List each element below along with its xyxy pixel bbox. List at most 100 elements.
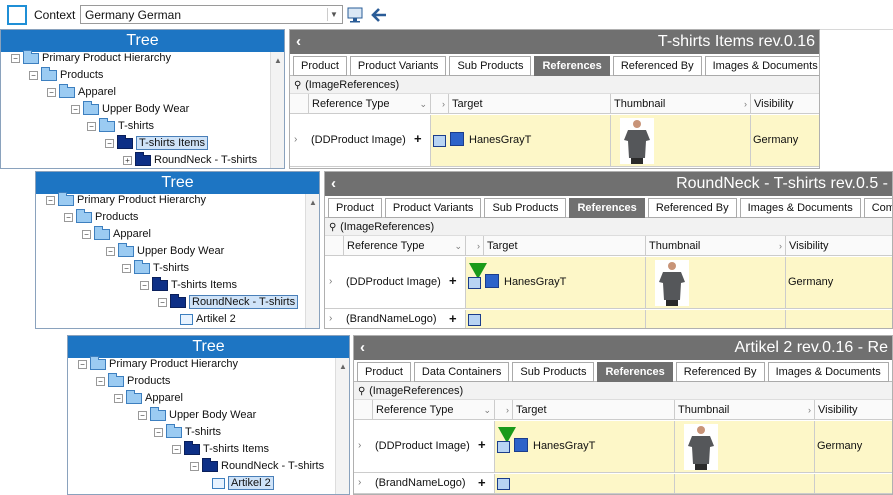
row-arrow-icon[interactable]: › [294, 134, 297, 145]
group-header[interactable]: ⚲ (ImageReferences) [354, 382, 892, 400]
tab-references[interactable]: References [534, 56, 610, 76]
column-expander[interactable]: › [494, 400, 512, 420]
tree-node[interactable]: − Upper Body Wear [138, 406, 256, 424]
tab-images-documents[interactable]: Images & Documents [767, 362, 889, 382]
add-icon[interactable]: + [478, 437, 486, 452]
group-header[interactable]: ⚲ (ImageReferences) [290, 76, 819, 94]
expand-icon[interactable]: + [123, 155, 132, 165]
tree-node-selected[interactable]: − RoundNeck - T-shirts [158, 293, 299, 311]
tab-referenced-by[interactable]: Referenced By [612, 56, 702, 76]
cell-target[interactable]: HanesGrayT [494, 421, 674, 472]
tree-node[interactable]: − T-shirts [154, 423, 221, 441]
column-reference-type[interactable]: Reference Type ⌄ [308, 94, 430, 114]
back-arrow-icon[interactable] [369, 5, 389, 25]
expand-icon[interactable]: − [64, 212, 73, 222]
tree-scrollbar[interactable]: ▲ [305, 194, 319, 328]
tree-node[interactable]: − Apparel [47, 83, 116, 101]
context-select[interactable]: Germany German ▼ [80, 5, 343, 24]
expand-icon[interactable]: − [106, 246, 115, 256]
pin-icon[interactable]: ⚲ [294, 77, 302, 95]
tree-node[interactable]: − Upper Body Wear [71, 100, 189, 118]
tab-sub-products[interactable]: Sub Products [449, 56, 532, 76]
scroll-up-icon[interactable]: ▲ [274, 56, 282, 65]
expand-icon[interactable]: − [96, 376, 105, 386]
expand-icon[interactable]: − [140, 280, 149, 290]
target-label[interactable]: HanesGrayT [469, 134, 531, 146]
tree-node[interactable]: + RoundNeck - T-shirts [123, 151, 257, 168]
column-thumbnail[interactable]: Thumbnail › [610, 94, 750, 114]
column-visibility[interactable]: Visibility [750, 94, 819, 114]
add-icon[interactable]: + [449, 311, 457, 326]
column-target[interactable]: Target [512, 400, 674, 420]
expand-icon[interactable]: − [172, 444, 181, 454]
back-chevron-icon[interactable]: ‹ [296, 33, 301, 50]
tree-node[interactable]: − Apparel [82, 225, 151, 243]
target-label[interactable]: HanesGrayT [504, 276, 566, 288]
cell-target[interactable] [494, 474, 674, 493]
add-icon[interactable]: + [449, 273, 457, 288]
tab-references[interactable]: References [597, 362, 673, 382]
expand-icon[interactable]: − [154, 427, 163, 437]
tree-node[interactable]: − T-shirts [87, 117, 154, 135]
column-expander[interactable]: › [430, 94, 448, 114]
column-reference-type[interactable]: Reference Type ⌄ [372, 400, 494, 420]
expand-icon[interactable]: − [78, 359, 87, 369]
tree-scrollbar[interactable]: ▲ [335, 358, 349, 494]
tab-product[interactable]: Product [328, 198, 382, 218]
scroll-up-icon[interactable]: ▲ [309, 198, 317, 207]
tab-sub-products[interactable]: Sub Products [484, 198, 567, 218]
tree-node[interactable]: − T-shirts Items [140, 276, 237, 294]
tab-referenced-by[interactable]: Referenced By [647, 198, 737, 218]
chevron-down-icon[interactable]: ▼ [327, 8, 340, 21]
pin-icon[interactable]: ⚲ [329, 219, 337, 237]
target-label[interactable]: HanesGrayT [533, 440, 595, 452]
tree-node-selected[interactable]: − T-shirts Items [105, 134, 209, 152]
tree-node[interactable]: − Products [96, 372, 170, 390]
tree-scrollbar[interactable]: ▲ [270, 52, 284, 168]
expand-icon[interactable]: − [11, 53, 20, 63]
tree-node[interactable]: − Primary Product Hierarchy [78, 355, 238, 373]
table-row[interactable]: › (DDProduct Image) + HanesGrayT Germany [290, 115, 819, 167]
tree-node[interactable]: − Apparel [114, 389, 183, 407]
tab-product[interactable]: Product [357, 362, 411, 382]
expand-icon[interactable]: − [46, 195, 55, 205]
tab-referenced-by[interactable]: Referenced By [675, 362, 765, 382]
group-header[interactable]: ⚲ (ImageReferences) [325, 218, 892, 236]
tab-com[interactable]: Com [863, 198, 892, 218]
tree-node[interactable]: − T-shirts [122, 259, 189, 277]
tab-product-variants[interactable]: Product Variants [349, 56, 447, 76]
expand-icon[interactable]: − [47, 87, 56, 97]
expand-icon[interactable]: − [122, 263, 131, 273]
back-chevron-icon[interactable]: ‹ [360, 339, 365, 356]
expand-icon[interactable]: − [190, 461, 199, 471]
tree-node[interactable]: − T-shirts Items [172, 440, 269, 458]
add-icon[interactable]: + [414, 131, 422, 146]
tab-references[interactable]: References [569, 198, 645, 218]
scroll-up-icon[interactable]: ▲ [339, 362, 347, 371]
tree-node[interactable]: − RoundNeck - T-shirts [190, 457, 324, 475]
expand-icon[interactable]: − [158, 297, 167, 307]
tab-images-documents[interactable]: Images & Documents [739, 198, 861, 218]
tree-node[interactable]: − Products [64, 208, 138, 226]
tree-node[interactable]: − Products [29, 66, 103, 84]
table-row[interactable]: › (BrandNameLogo) + [354, 474, 892, 494]
back-chevron-icon[interactable]: ‹ [331, 175, 336, 192]
tab-product[interactable]: Product [293, 56, 347, 76]
column-expander[interactable]: › [465, 236, 483, 256]
row-arrow-icon[interactable]: › [358, 477, 361, 488]
expand-icon[interactable]: − [82, 229, 91, 239]
expand-icon[interactable]: − [71, 104, 80, 114]
tree-node[interactable]: − Upper Body Wear [106, 242, 224, 260]
column-reference-type[interactable]: Reference Type ⌄ [343, 236, 465, 256]
column-visibility[interactable]: Visibility [814, 400, 892, 420]
table-row[interactable]: › (DDProduct Image) + HanesGrayT Germany [325, 257, 892, 309]
tab-images-documents[interactable]: Images & Documents [704, 56, 819, 76]
tab-sub-products[interactable]: Sub Products [512, 362, 595, 382]
pin-icon[interactable]: ⚲ [358, 383, 366, 401]
cell-target[interactable] [465, 310, 645, 328]
tab-product-variants[interactable]: Product Variants [384, 198, 482, 218]
table-row[interactable]: › (BrandNameLogo) + [325, 310, 892, 328]
column-thumbnail[interactable]: Thumbnail › [674, 400, 814, 420]
expand-icon[interactable]: − [114, 393, 123, 403]
tree-node[interactable]: Artikel 2 [180, 311, 236, 328]
